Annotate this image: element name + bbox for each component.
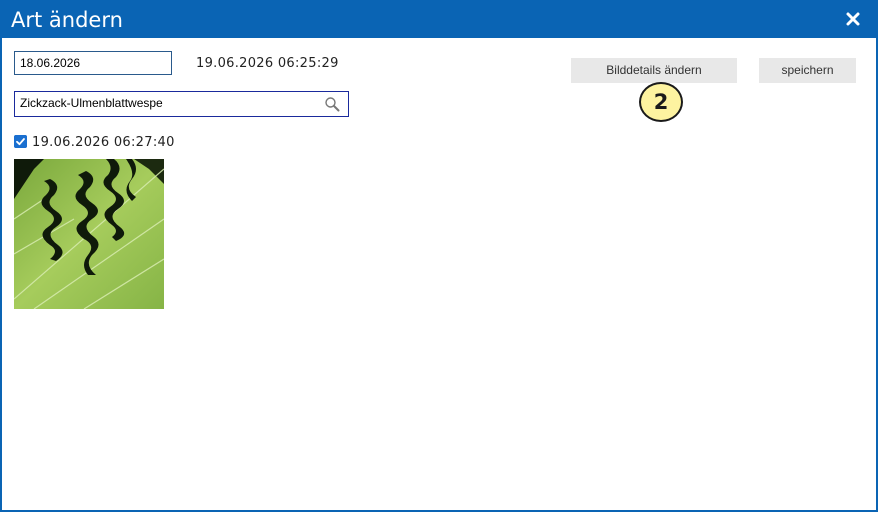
species-search-field[interactable]: Zickzack-Ulmenblattwespe [14,91,349,117]
species-input-value[interactable]: Zickzack-Ulmenblattwespe [20,92,163,115]
close-icon[interactable] [842,8,864,30]
step-number-badge: 2 [639,82,683,122]
change-image-details-button[interactable]: Bilddetails ändern [571,58,737,83]
image-timestamp-label: 19.06.2026 06:27:40 [32,135,175,150]
date-field[interactable]: 18.06.2026 [14,51,172,75]
save-button[interactable]: speichern [759,58,856,83]
recorded-timestamp: 19.06.2026 06:25:29 [196,56,339,71]
leaf-photo-thumbnail[interactable] [14,159,164,309]
change-species-dialog: Art ändern 18.06.2026 19.06.2026 06:25:2… [0,0,878,512]
dialog-title: Art ändern [11,8,123,32]
image-select-checkbox[interactable] [14,135,27,148]
search-icon[interactable] [324,96,340,112]
dialog-titlebar: Art ändern [2,2,876,38]
